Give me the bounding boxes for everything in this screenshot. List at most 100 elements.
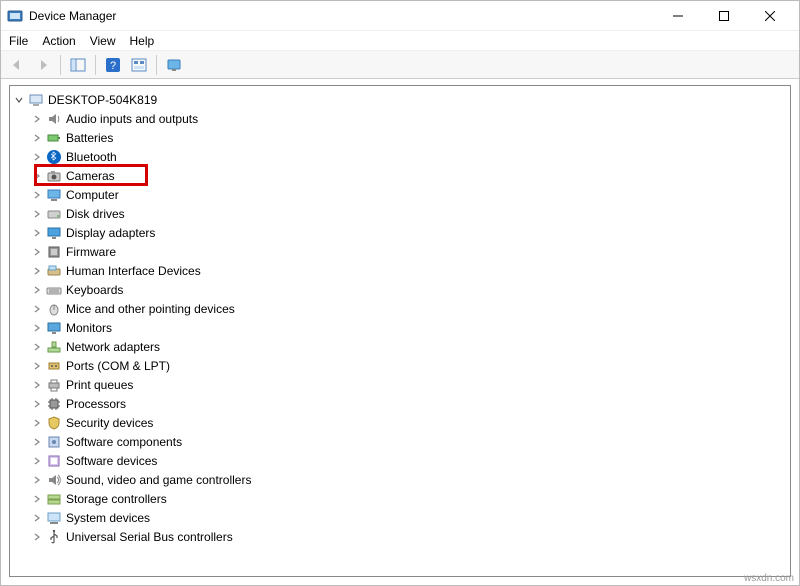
menubar: File Action View Help — [1, 31, 799, 51]
tree-item[interactable]: Processors — [12, 394, 788, 413]
system-icon — [46, 510, 62, 526]
network-icon — [46, 339, 62, 355]
tree-item-label: Sound, video and game controllers — [66, 473, 251, 487]
help-button[interactable]: ? — [101, 54, 125, 76]
chevron-right-icon[interactable] — [30, 530, 44, 544]
tree-root-label: DESKTOP-504K819 — [48, 93, 157, 107]
minimize-button[interactable] — [655, 1, 701, 31]
usb-icon — [46, 529, 62, 545]
tree-item[interactable]: Bluetooth — [12, 147, 788, 166]
tree-item-label: Keyboards — [66, 283, 123, 297]
show-hide-console-tree-button[interactable] — [66, 54, 90, 76]
tree-item-label: Display adapters — [66, 226, 155, 240]
tree-item-label: Print queues — [66, 378, 133, 392]
tree-item-label: Computer — [66, 188, 119, 202]
tree-item[interactable]: Ports (COM & LPT) — [12, 356, 788, 375]
tree-root[interactable]: DESKTOP-504K819 — [12, 90, 788, 109]
tree-item[interactable]: Mice and other pointing devices — [12, 299, 788, 318]
tree-item[interactable]: Firmware — [12, 242, 788, 261]
menu-action[interactable]: Action — [42, 34, 75, 48]
chevron-right-icon[interactable] — [30, 359, 44, 373]
window-title: Device Manager — [29, 9, 116, 23]
tree-item-label: Storage controllers — [66, 492, 167, 506]
properties-button[interactable] — [162, 54, 186, 76]
computer-icon — [46, 187, 62, 203]
chevron-right-icon[interactable] — [30, 112, 44, 126]
forward-button[interactable] — [31, 54, 55, 76]
tree-item[interactable]: System devices — [12, 508, 788, 527]
monitor-icon — [46, 320, 62, 336]
menu-file[interactable]: File — [9, 34, 28, 48]
tree-item-label: Software devices — [66, 454, 157, 468]
bluetooth-icon — [46, 149, 62, 165]
tree-item[interactable]: Software devices — [12, 451, 788, 470]
storage-icon — [46, 491, 62, 507]
softdev-icon — [46, 453, 62, 469]
tree-item[interactable]: Security devices — [12, 413, 788, 432]
chevron-right-icon[interactable] — [30, 454, 44, 468]
tree-item-label: Software components — [66, 435, 182, 449]
tree-item[interactable]: Display adapters — [12, 223, 788, 242]
tree-item-label: Ports (COM & LPT) — [66, 359, 170, 373]
scan-hardware-button[interactable] — [127, 54, 151, 76]
chevron-right-icon[interactable] — [30, 435, 44, 449]
content-area: DESKTOP-504K819 Audio inputs and outputs… — [1, 79, 799, 585]
menu-view[interactable]: View — [90, 34, 116, 48]
chevron-right-icon[interactable] — [30, 340, 44, 354]
display-icon — [46, 225, 62, 241]
tree-item-label: Network adapters — [66, 340, 160, 354]
chevron-right-icon[interactable] — [30, 416, 44, 430]
chevron-right-icon[interactable] — [30, 473, 44, 487]
tree-item[interactable]: Print queues — [12, 375, 788, 394]
chevron-right-icon[interactable] — [30, 378, 44, 392]
chevron-right-icon[interactable] — [30, 169, 44, 183]
tree-item[interactable]: Storage controllers — [12, 489, 788, 508]
chevron-right-icon[interactable] — [30, 245, 44, 259]
tree-item-label: Universal Serial Bus controllers — [66, 530, 233, 544]
tree-item[interactable]: Human Interface Devices — [12, 261, 788, 280]
chevron-right-icon[interactable] — [30, 131, 44, 145]
tree-item[interactable]: Sound, video and game controllers — [12, 470, 788, 489]
tree-item[interactable]: Batteries — [12, 128, 788, 147]
chevron-right-icon[interactable] — [30, 397, 44, 411]
tree-item[interactable]: Keyboards — [12, 280, 788, 299]
chevron-right-icon[interactable] — [30, 226, 44, 240]
chevron-right-icon[interactable] — [30, 150, 44, 164]
chevron-right-icon[interactable] — [30, 283, 44, 297]
titlebar: Device Manager — [1, 1, 799, 31]
chevron-down-icon[interactable] — [12, 93, 26, 107]
back-button[interactable] — [5, 54, 29, 76]
tree-item[interactable]: Monitors — [12, 318, 788, 337]
maximize-button[interactable] — [701, 1, 747, 31]
tree-item-label: Processors — [66, 397, 126, 411]
security-icon — [46, 415, 62, 431]
toolbar: ? — [1, 51, 799, 79]
tree-item-label: Audio inputs and outputs — [66, 112, 198, 126]
toolbar-separator — [60, 55, 61, 75]
tree-item[interactable]: Disk drives — [12, 204, 788, 223]
menu-help[interactable]: Help — [130, 34, 155, 48]
chevron-right-icon[interactable] — [30, 302, 44, 316]
chevron-right-icon[interactable] — [30, 511, 44, 525]
softcomp-icon — [46, 434, 62, 450]
chevron-right-icon[interactable] — [30, 264, 44, 278]
sound-icon — [46, 472, 62, 488]
tree-item[interactable]: Universal Serial Bus controllers — [12, 527, 788, 546]
chevron-right-icon[interactable] — [30, 492, 44, 506]
toolbar-separator — [156, 55, 157, 75]
tree-item[interactable]: Computer — [12, 185, 788, 204]
close-button[interactable] — [747, 1, 793, 31]
tree-item-label: Disk drives — [66, 207, 125, 221]
tree-item-label: Mice and other pointing devices — [66, 302, 235, 316]
chevron-right-icon[interactable] — [30, 321, 44, 335]
tree-item[interactable]: Cameras — [12, 166, 788, 185]
chevron-right-icon[interactable] — [30, 188, 44, 202]
chevron-right-icon[interactable] — [30, 207, 44, 221]
computer-icon — [28, 92, 44, 108]
tree-item[interactable]: Software components — [12, 432, 788, 451]
tree-item[interactable]: Audio inputs and outputs — [12, 109, 788, 128]
tree-item-label: Human Interface Devices — [66, 264, 201, 278]
tree-item[interactable]: Network adapters — [12, 337, 788, 356]
device-tree: DESKTOP-504K819 Audio inputs and outputs… — [9, 85, 791, 577]
tree-item-label: Monitors — [66, 321, 112, 335]
